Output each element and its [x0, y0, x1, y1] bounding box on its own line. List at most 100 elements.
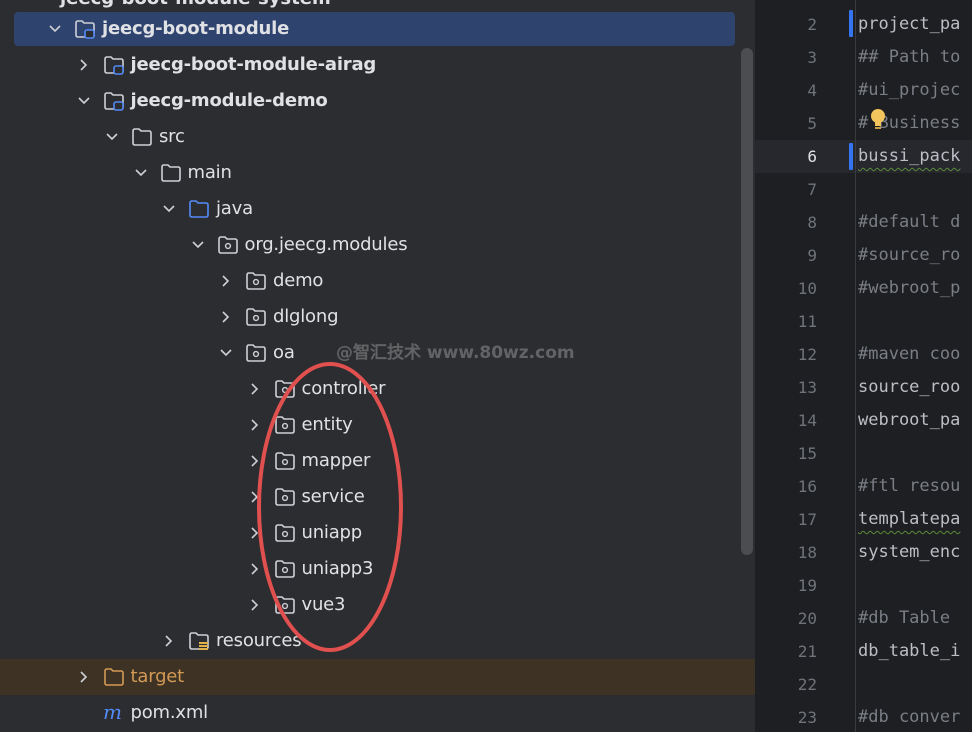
package-icon: [274, 378, 296, 400]
line-number[interactable]: 16: [755, 470, 817, 503]
tree-item-src[interactable]: src: [0, 119, 755, 155]
chevron-right-icon[interactable]: [219, 274, 233, 288]
line-number[interactable]: 8: [755, 206, 817, 239]
line-number[interactable]: 6: [755, 140, 817, 173]
chevron-down-icon[interactable]: [77, 94, 91, 108]
package-icon: [274, 522, 296, 544]
line-number[interactable]: 19: [755, 569, 817, 602]
tree-item-org-jeecg-modules[interactable]: org.jeecg.modules: [0, 227, 755, 263]
chevron-right-icon[interactable]: [219, 310, 233, 324]
change-marker[interactable]: [849, 143, 853, 170]
chevron-right-icon[interactable]: [248, 490, 262, 504]
tree-item-uniapp[interactable]: uniapp: [0, 515, 755, 551]
code-line[interactable]: #ui_projec: [858, 74, 960, 107]
maven-icon: m: [103, 702, 125, 724]
tree-item-label: jeecg-boot-module: [102, 18, 290, 39]
code-line[interactable]: source_roo: [858, 371, 960, 404]
line-number[interactable]: 12: [755, 338, 817, 371]
line-number[interactable]: 20: [755, 602, 817, 635]
line-number[interactable]: 21: [755, 635, 817, 668]
chevron-right-icon[interactable]: [248, 562, 262, 576]
code-line[interactable]: project_pa: [858, 8, 960, 41]
code-line[interactable]: db_table_i: [858, 635, 960, 668]
tree-item-entity[interactable]: entity: [0, 407, 755, 443]
code-editor[interactable]: 2 3 4 5 6 7 8 9 10 11 12 13 14 15 16 17 18 19 20 21 22 23 pro…: [755, 0, 972, 732]
package-icon: [245, 306, 267, 328]
lightbulb-icon[interactable]: [869, 108, 887, 132]
tree-item-target[interactable]: target: [0, 659, 755, 695]
tree-scrollbar-thumb[interactable]: [741, 48, 753, 555]
tree-item-label: vue3: [301, 594, 346, 615]
tree-item-label: main: [187, 162, 232, 183]
watermark: @智汇技术 www.80wz.com: [336, 343, 575, 363]
line-number[interactable]: 3: [755, 41, 817, 74]
chevron-right-icon[interactable]: [77, 670, 91, 684]
chevron-down-icon[interactable]: [105, 130, 119, 144]
line-number[interactable]: 9: [755, 239, 817, 272]
line-number[interactable]: 22: [755, 668, 817, 701]
resources-folder-icon: [188, 630, 210, 652]
tree-item-label: pom.xml: [130, 702, 209, 723]
tree-item-label: java: [216, 198, 253, 219]
tree-item-service[interactable]: service: [0, 479, 755, 515]
chevron-right-icon[interactable]: [77, 58, 91, 72]
code-line[interactable]: #webroot_p: [858, 272, 960, 305]
chevron-down-icon[interactable]: [219, 346, 233, 360]
chevron-right-icon[interactable]: [162, 634, 176, 648]
chevron-down-icon[interactable]: [162, 202, 176, 216]
code-line[interactable]: webroot_pa: [858, 404, 960, 437]
tree-item-vue3[interactable]: vue3: [0, 587, 755, 623]
line-number[interactable]: 10: [755, 272, 817, 305]
code-line[interactable]: bussi_pack: [858, 140, 960, 173]
tree-item-main[interactable]: main: [0, 155, 755, 191]
line-number[interactable]: 11: [755, 305, 817, 338]
line-number[interactable]: 17: [755, 503, 817, 536]
tree-item-label: demo: [273, 270, 324, 291]
chevron-down-icon[interactable]: [48, 22, 62, 36]
tree-item-controller[interactable]: controller: [0, 371, 755, 407]
line-number[interactable]: 14: [755, 404, 817, 437]
tree-item-demo[interactable]: demo: [0, 263, 755, 299]
code-line[interactable]: system_enc: [858, 536, 960, 569]
line-number[interactable]: 4: [755, 74, 817, 107]
code-line[interactable]: #default d: [858, 206, 960, 239]
tree-item-jeecg-module-demo[interactable]: jeecg-module-demo: [0, 83, 755, 119]
tree-item-resources[interactable]: resources: [0, 623, 755, 659]
folder-icon: [131, 126, 153, 148]
code-line[interactable]: #ftl resou: [858, 470, 960, 503]
tree-item-label: dlglong: [273, 306, 339, 327]
tree-item-dlglong[interactable]: dlglong: [0, 299, 755, 335]
code-line[interactable]: #maven coo: [858, 338, 960, 371]
chevron-right-icon[interactable]: [248, 598, 262, 612]
code-line[interactable]: #db conver: [858, 701, 960, 732]
tree-item-uniapp3[interactable]: uniapp3: [0, 551, 755, 587]
code-line[interactable]: #db Table: [858, 602, 950, 635]
chevron-down-icon[interactable]: [191, 238, 205, 252]
code-line[interactable]: templatepa: [858, 503, 960, 536]
tree-item-label: oa: [273, 342, 295, 363]
line-number[interactable]: 13: [755, 371, 817, 404]
code-line[interactable]: ## Path to: [858, 41, 960, 74]
tree-item-java[interactable]: java: [0, 191, 755, 227]
chevron-right-icon[interactable]: [248, 454, 262, 468]
tree-item-label: src: [159, 126, 185, 147]
chevron-right-icon[interactable]: [248, 526, 262, 540]
change-marker[interactable]: [849, 10, 853, 37]
chevron-right-icon[interactable]: [248, 382, 262, 396]
module-folder-icon: [103, 54, 125, 76]
line-number[interactable]: 7: [755, 173, 817, 206]
tree-item-jeecg-boot-module[interactable]: jeecg-boot-module: [0, 11, 755, 47]
partial-tree-item[interactable]: jeecg-boot-module-system: [60, 0, 331, 9]
line-number[interactable]: 5: [755, 107, 817, 140]
chevron-right-icon[interactable]: [248, 418, 262, 432]
line-number[interactable]: 23: [755, 701, 817, 732]
tree-item-label: jeecg-boot-module-airag: [130, 54, 377, 75]
line-number[interactable]: 2: [755, 8, 817, 41]
chevron-down-icon[interactable]: [134, 166, 148, 180]
tree-item-mapper[interactable]: mapper: [0, 443, 755, 479]
tree-item-pom-xml[interactable]: m pom.xml: [0, 695, 755, 731]
tree-item-jeecg-boot-module-airag[interactable]: jeecg-boot-module-airag: [0, 47, 755, 83]
code-line[interactable]: #source_ro: [858, 239, 960, 272]
line-number[interactable]: 15: [755, 437, 817, 470]
line-number[interactable]: 18: [755, 536, 817, 569]
